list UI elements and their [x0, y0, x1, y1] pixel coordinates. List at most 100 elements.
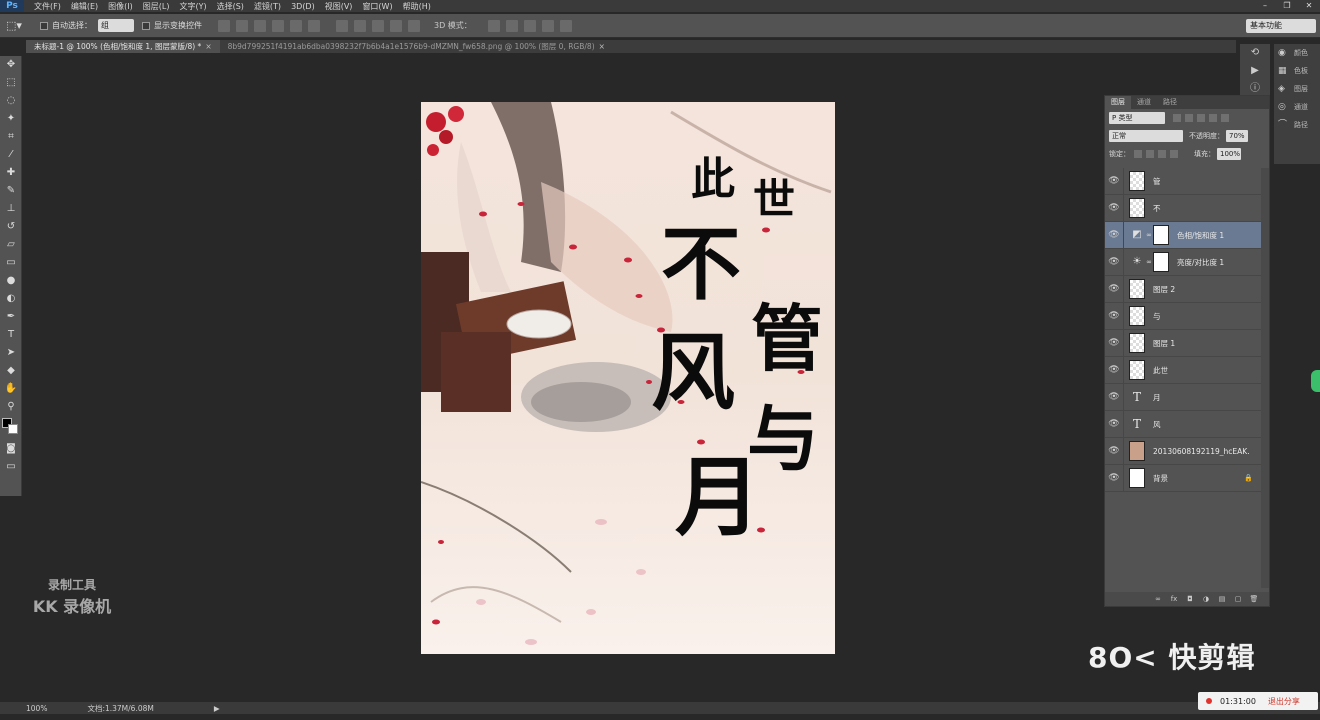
eye-icon[interactable]: 👁	[1105, 473, 1123, 483]
3d-drag-icon[interactable]	[523, 19, 536, 32]
link-icon[interactable]: ∞	[1145, 231, 1153, 239]
menu-filter[interactable]: 滤镜(T)	[254, 1, 281, 12]
filter-adjust-icon[interactable]	[1185, 114, 1193, 122]
zoom-readout[interactable]: 100%	[26, 704, 47, 713]
tab-png-file[interactable]: 8b9d799251f4191ab6dba0398232f7b6b4a1e157…	[220, 40, 613, 53]
menu-file[interactable]: 文件(F)	[34, 1, 61, 12]
layer-row[interactable]: 👁 管	[1105, 168, 1261, 195]
color-swatches[interactable]	[0, 416, 22, 440]
menu-select[interactable]: 选择(S)	[217, 1, 244, 12]
adjustment-icon[interactable]: ◑	[1201, 595, 1211, 604]
filter-pixel-icon[interactable]	[1173, 114, 1181, 122]
layer-row[interactable]: 👁 20130608192119_hcEAK.t...	[1105, 438, 1261, 465]
eye-icon[interactable]: 👁	[1105, 338, 1123, 348]
layer-row[interactable]: 👁 不	[1105, 195, 1261, 222]
menu-window[interactable]: 窗口(W)	[362, 1, 392, 12]
auto-select-checkbox[interactable]	[40, 21, 48, 30]
menu-view[interactable]: 视图(V)	[325, 1, 353, 12]
status-menu-icon[interactable]: ▶	[214, 704, 220, 713]
restore-icon[interactable]: ❐	[1276, 0, 1298, 12]
eye-icon[interactable]: 👁	[1105, 392, 1123, 402]
align-vcenter-icon[interactable]	[236, 19, 248, 32]
eyedropper-icon[interactable]: ⁄	[0, 146, 22, 164]
fill-field[interactable]: 100%	[1217, 148, 1241, 160]
close-icon[interactable]: ×	[599, 42, 605, 51]
link-icon[interactable]: ∞	[1145, 258, 1153, 266]
layers-scrollbar[interactable]	[1261, 168, 1269, 588]
path-select-icon[interactable]: ➤	[0, 344, 22, 362]
align-right-icon[interactable]	[308, 19, 320, 32]
close-icon[interactable]: ✕	[1298, 0, 1320, 12]
layer-row[interactable]: 👁 此世	[1105, 357, 1261, 384]
new-layer-icon[interactable]: ▢	[1233, 595, 1243, 604]
quick-mask-icon[interactable]: ◙	[0, 440, 22, 458]
align-top-icon[interactable]	[218, 19, 230, 32]
3d-scale-icon[interactable]	[559, 19, 572, 32]
distribute-top-icon[interactable]	[336, 19, 348, 32]
add-mask-icon[interactable]: ◘	[1185, 595, 1195, 604]
move-tool-icon[interactable]: ⬚▾	[6, 17, 32, 35]
distribute-left-icon[interactable]	[390, 19, 402, 32]
menu-image[interactable]: 图像(I)	[108, 1, 133, 12]
clone-stamp-icon[interactable]: ⊥	[0, 200, 22, 218]
panel-shortcut-channels[interactable]: ◎ 通道	[1274, 98, 1320, 116]
filter-shape-icon[interactable]	[1209, 114, 1217, 122]
tab-channels[interactable]: 通道	[1131, 96, 1157, 109]
lock-pixels-icon[interactable]	[1146, 150, 1154, 158]
trash-icon[interactable]: 🗑	[1249, 595, 1259, 604]
panel-shortcut-paths[interactable]: ⌒ 路径	[1274, 116, 1320, 134]
lock-position-icon[interactable]	[1158, 150, 1166, 158]
align-bottom-icon[interactable]	[254, 19, 266, 32]
layer-row[interactable]: 👁 图层 2	[1105, 276, 1261, 303]
marquee-tool-icon[interactable]: ⬚	[0, 74, 22, 92]
layer-row[interactable]: 👁 T 风	[1105, 411, 1261, 438]
eye-icon[interactable]: 👁	[1105, 446, 1123, 456]
eye-icon[interactable]: 👁	[1105, 203, 1123, 213]
hand-tool-icon[interactable]: ✋	[0, 380, 22, 398]
layer-kind-filter[interactable]: P 类型	[1109, 112, 1165, 124]
3d-rotate-icon[interactable]	[487, 19, 500, 32]
eye-icon[interactable]: 👁	[1105, 419, 1123, 429]
eye-icon[interactable]: 👁	[1105, 230, 1123, 240]
menu-type[interactable]: 文字(Y)	[179, 1, 206, 12]
zoom-tool-icon[interactable]: ⚲	[0, 398, 22, 416]
background-color[interactable]	[8, 424, 18, 434]
close-icon[interactable]: ×	[205, 42, 211, 51]
layer-mask-thumbnail[interactable]	[1153, 225, 1169, 245]
transform-controls-checkbox[interactable]	[142, 21, 150, 30]
layer-row[interactable]: 👁 T 月	[1105, 384, 1261, 411]
fx-icon[interactable]: fx	[1169, 595, 1179, 604]
layer-row[interactable]: 👁 图层 1	[1105, 330, 1261, 357]
distribute-bottom-icon[interactable]	[372, 19, 384, 32]
exit-share-button[interactable]: 退出分享	[1268, 696, 1300, 707]
blur-tool-icon[interactable]: ●	[0, 272, 22, 290]
distribute-vcenter-icon[interactable]	[354, 19, 366, 32]
minimize-icon[interactable]: –	[1254, 0, 1276, 12]
magic-wand-icon[interactable]: ✦	[0, 110, 22, 128]
lock-all-icon[interactable]	[1170, 150, 1178, 158]
lasso-tool-icon[interactable]: ◌	[0, 92, 22, 110]
group-folder-icon[interactable]: ▤	[1217, 595, 1227, 604]
tab-layers[interactable]: 图层	[1105, 96, 1131, 109]
layer-row[interactable]: 👁 ☀ ∞ 亮度/对比度 1	[1105, 249, 1261, 276]
align-hcenter-icon[interactable]	[290, 19, 302, 32]
healing-brush-icon[interactable]: ✚	[0, 164, 22, 182]
shape-tool-icon[interactable]: ◆	[0, 362, 22, 380]
menu-help[interactable]: 帮助(H)	[403, 1, 431, 12]
history-icon[interactable]: ⟲	[1240, 44, 1270, 62]
dodge-tool-icon[interactable]: ◐	[0, 290, 22, 308]
crop-tool-icon[interactable]: ⌗	[0, 128, 22, 146]
eye-icon[interactable]: 👁	[1105, 257, 1123, 267]
menu-layer[interactable]: 图层(L)	[143, 1, 170, 12]
lock-transparent-icon[interactable]	[1134, 150, 1142, 158]
filter-type-icon[interactable]	[1197, 114, 1205, 122]
eraser-tool-icon[interactable]: ▱	[0, 236, 22, 254]
layer-row-selected[interactable]: 👁 ◩ ∞ 色相/饱和度 1	[1105, 222, 1261, 249]
menu-edit[interactable]: 编辑(E)	[71, 1, 98, 12]
document-canvas[interactable]: 此 世 不 管 风 与 月	[421, 102, 835, 654]
link-layers-icon[interactable]: ∞	[1153, 595, 1163, 604]
eye-icon[interactable]: 👁	[1105, 176, 1123, 186]
tab-paths[interactable]: 路径	[1157, 96, 1183, 109]
eye-icon[interactable]: 👁	[1105, 311, 1123, 321]
opacity-field[interactable]: 70%	[1226, 130, 1248, 142]
